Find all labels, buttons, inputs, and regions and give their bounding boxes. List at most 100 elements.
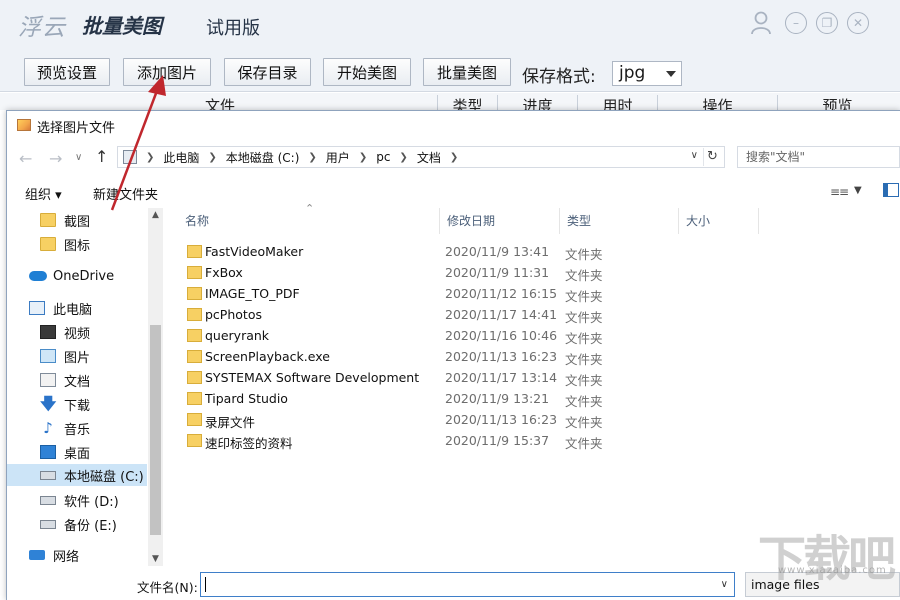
save-format-value: jpg — [619, 63, 646, 83]
nav-item-local-disk-c[interactable]: 本地磁盘 (C:) — [7, 464, 147, 486]
file-row[interactable]: ScreenPlayback.exe 2020/11/13 16:23 文件夹 — [164, 346, 764, 367]
save-format-label: 保存格式: — [522, 67, 596, 87]
drive-icon — [40, 495, 56, 505]
breadcrumb-local-disk[interactable]: 本地磁盘 (C:) — [220, 149, 306, 166]
preview-settings-button[interactable]: 预览设置 — [24, 58, 110, 86]
file-row[interactable]: pcPhotos 2020/11/17 14:41 文件夹 — [164, 304, 764, 325]
address-bar[interactable]: ❯ 此电脑 ❯ 本地磁盘 (C:) ❯ 用户 ❯ pc ❯ 文档 ❯ ∨ ↻ — [117, 146, 725, 168]
file-name: SYSTEMAX Software Development — [205, 370, 420, 385]
minimize-icon[interactable]: – — [785, 12, 807, 34]
nav-item-icons[interactable]: 图标 — [7, 233, 147, 255]
navigation-scrollbar[interactable]: ▲ ▼ — [148, 208, 163, 566]
user-icon[interactable] — [750, 11, 772, 35]
file-row[interactable]: FastVideoMaker 2020/11/9 13:41 文件夹 — [164, 241, 764, 262]
nav-item-label: 截图 — [64, 214, 91, 230]
file-row[interactable]: FxBox 2020/11/9 11:31 文件夹 — [164, 262, 764, 283]
column-size[interactable]: 大小 — [679, 208, 759, 234]
breadcrumb-separator[interactable]: ❯ — [205, 152, 219, 163]
download-icon: 🡇 — [40, 394, 57, 413]
refresh-icon[interactable]: ↻ — [703, 148, 721, 166]
file-type: 文件夹 — [565, 247, 603, 262]
nav-item-desktop[interactable]: 桌面 — [7, 441, 147, 463]
file-date: 2020/11/9 15:37 — [445, 433, 550, 448]
nav-item-label: 备份 (E:) — [64, 518, 117, 534]
nav-item-software-d[interactable]: 软件 (D:) — [7, 489, 147, 511]
breadcrumb-separator[interactable]: ❯ — [396, 152, 410, 163]
file-date: 2020/11/17 13:14 — [445, 370, 558, 385]
scroll-down-icon[interactable]: ▼ — [148, 554, 163, 564]
file-name: FastVideoMaker — [205, 244, 304, 259]
preview-pane-icon[interactable] — [883, 183, 899, 197]
start-beautify-button[interactable]: 开始美图 — [323, 58, 411, 86]
navigation-pane: 截图 图标 OneDrive 此电脑 视频 图片 文档 🡇 下载 ♪ 音乐 桌面… — [7, 208, 147, 566]
file-row[interactable]: queryrank 2020/11/16 10:46 文件夹 — [164, 325, 764, 346]
breadcrumb-documents[interactable]: 文档 — [411, 149, 447, 166]
breadcrumb-separator[interactable]: ❯ — [305, 152, 319, 163]
file-name: pcPhotos — [205, 307, 262, 322]
search-input[interactable]: 搜索"文档" — [737, 146, 900, 168]
nav-item-pictures[interactable]: 图片 — [7, 345, 147, 367]
picture-icon — [17, 119, 31, 131]
nav-item-music[interactable]: ♪ 音乐 — [7, 417, 147, 439]
nav-item-videos[interactable]: 视频 — [7, 321, 147, 343]
annotation-arrow-icon — [110, 75, 166, 211]
back-arrow-icon[interactable]: ← — [19, 149, 32, 168]
maximize-icon[interactable]: ❐ — [816, 12, 838, 34]
breadcrumb-separator[interactable]: ❯ — [447, 152, 461, 163]
column-type: 类型 — [437, 95, 497, 110]
watermark-url: www.xiazaiba.com — [778, 565, 887, 576]
organize-menu[interactable]: 组织 ▾ — [25, 184, 62, 203]
video-icon — [40, 325, 56, 339]
column-modified-date[interactable]: 修改日期 — [440, 208, 560, 234]
file-type: 文件夹 — [565, 352, 603, 367]
file-name: FxBox — [205, 265, 243, 280]
nav-item-label: 此电脑 — [53, 302, 93, 318]
file-row[interactable]: 录屏文件 2020/11/13 16:23 文件夹 — [164, 409, 764, 430]
file-row[interactable]: IMAGE_TO_PDF 2020/11/12 16:15 文件夹 — [164, 283, 764, 304]
folder-icon — [187, 371, 202, 384]
column-type[interactable]: 类型 — [560, 208, 679, 234]
column-preview: 预览 — [777, 95, 897, 110]
nav-item-documents[interactable]: 文档 — [7, 369, 147, 391]
column-file: 文件 — [204, 97, 235, 110]
chevron-down-icon[interactable]: ∨ — [721, 579, 728, 590]
close-icon[interactable]: ✕ — [847, 12, 869, 34]
save-format-select[interactable]: jpg — [612, 61, 682, 86]
file-row[interactable]: 速印标签的资料 2020/11/9 15:37 文件夹 — [164, 430, 764, 451]
forward-arrow-icon[interactable]: → — [49, 149, 62, 168]
column-name[interactable]: 名称 — [178, 208, 440, 234]
file-name: 速印标签的资料 — [205, 436, 293, 451]
chevron-down-icon — [666, 71, 676, 77]
view-chevron-down-icon[interactable]: ▼ — [854, 185, 862, 196]
file-date: 2020/11/9 13:21 — [445, 391, 550, 406]
recent-locations-chevron-icon[interactable]: ∨ — [75, 152, 82, 163]
address-history-chevron-icon[interactable]: ∨ — [691, 150, 698, 161]
app-logo: 浮云 — [18, 15, 66, 41]
file-date: 2020/11/9 11:31 — [445, 265, 550, 280]
save-directory-button[interactable]: 保存目录 — [224, 58, 311, 86]
breadcrumb-pc[interactable]: pc — [370, 150, 396, 164]
folder-icon — [187, 308, 202, 321]
file-date: 2020/11/9 13:41 — [445, 244, 550, 259]
folder-icon — [187, 266, 202, 279]
batch-beautify-button[interactable]: 批量美图 — [423, 58, 511, 86]
filename-input[interactable]: ∨ — [200, 572, 735, 597]
nav-item-downloads[interactable]: 🡇 下载 — [7, 393, 147, 415]
file-date: 2020/11/13 16:23 — [445, 412, 558, 427]
file-row[interactable]: Tipard Studio 2020/11/9 13:21 文件夹 — [164, 388, 764, 409]
file-type: 文件夹 — [565, 331, 603, 346]
nav-item-backup-e[interactable]: 备份 (E:) — [7, 513, 147, 535]
drive-icon — [40, 470, 56, 480]
scrollbar-thumb[interactable] — [150, 325, 161, 535]
nav-item-label: OneDrive — [53, 268, 115, 284]
pictures-icon — [40, 349, 56, 363]
folder-icon — [40, 237, 56, 251]
nav-item-this-pc[interactable]: 此电脑 — [7, 297, 147, 319]
nav-item-onedrive[interactable]: OneDrive — [7, 265, 147, 287]
file-type: 文件夹 — [565, 415, 603, 430]
breadcrumb-separator[interactable]: ❯ — [356, 152, 370, 163]
breadcrumb-users[interactable]: 用户 — [320, 149, 356, 166]
file-row[interactable]: SYSTEMAX Software Development 2020/11/17… — [164, 367, 764, 388]
nav-item-network[interactable]: 网络 — [7, 544, 147, 566]
view-options-icon[interactable]: ≡≡ — [830, 185, 849, 199]
